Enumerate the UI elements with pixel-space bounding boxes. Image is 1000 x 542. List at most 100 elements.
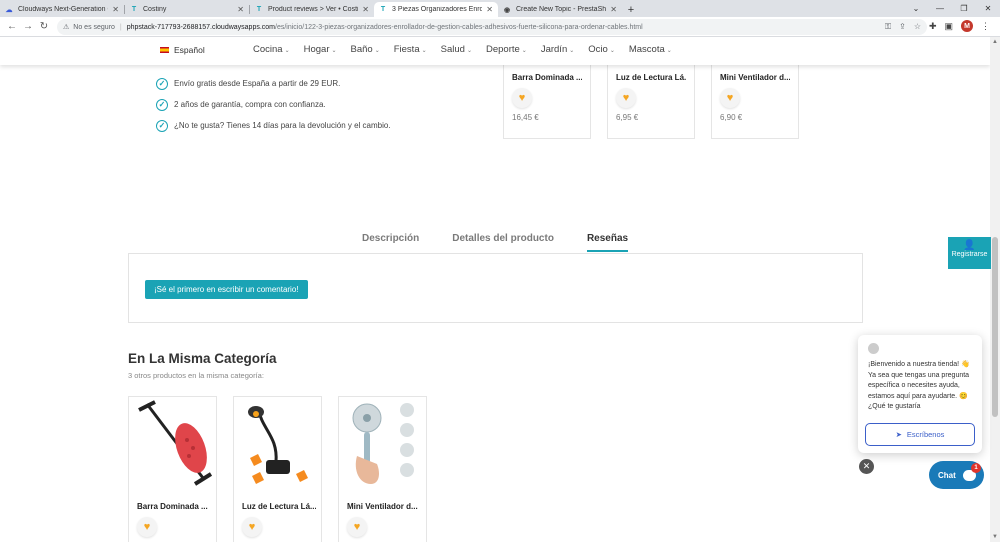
chevron-down-icon: ⌄ bbox=[331, 48, 337, 54]
menu-item-salud[interactable]: Salud ⌄ bbox=[441, 44, 472, 55]
costiny-icon: T bbox=[256, 6, 262, 13]
avatar[interactable]: M bbox=[961, 20, 973, 32]
share-icon[interactable]: ⇪ bbox=[899, 22, 906, 32]
product-tabs: Descripción Detalles del producto Reseña… bbox=[362, 233, 661, 252]
forward-icon[interactable]: → bbox=[20, 21, 36, 32]
product-name[interactable]: Barra Dominada ... bbox=[512, 73, 582, 82]
menu-item-mascota[interactable]: Mascota ⌄ bbox=[629, 44, 672, 55]
page-scrollbar[interactable]: ▲ ▼ bbox=[990, 37, 1000, 542]
menu-item-cocina[interactable]: Cocina ⌄ bbox=[253, 44, 290, 55]
heart-icon[interactable]: ♥ bbox=[137, 517, 157, 537]
product-name[interactable]: Mini Ventilador d... bbox=[347, 502, 421, 511]
scroll-down-icon[interactable]: ▼ bbox=[990, 532, 1000, 542]
tab-title: 3 Piezas Organizadores Enrollad bbox=[392, 6, 483, 13]
scroll-up-icon[interactable]: ▲ bbox=[990, 37, 1000, 47]
browser-tab[interactable]: ◉ Create New Topic - PrestaShop F ✕ bbox=[498, 2, 622, 17]
close-icon[interactable]: ✕ bbox=[362, 5, 369, 14]
extensions-icon[interactable]: ✚ bbox=[929, 21, 937, 32]
menu-label: Jardín bbox=[540, 44, 568, 55]
close-icon[interactable]: ✕ bbox=[610, 5, 617, 14]
menu-label: Fiesta bbox=[393, 44, 420, 55]
browser-tab[interactable]: ☁ Cloudways Next-Generation Clou ✕ bbox=[0, 2, 124, 17]
url-path: /es/inicio/122-3-piezas-organizadores-en… bbox=[275, 23, 643, 31]
chat-unread-badge: 1 bbox=[971, 463, 981, 473]
warning-icon[interactable]: ⚠ bbox=[63, 23, 69, 31]
minimize-icon[interactable]: — bbox=[928, 4, 952, 13]
check-icon: ✓ bbox=[156, 98, 168, 111]
section-title: En La Misma Categoría bbox=[128, 351, 277, 366]
menu-item-deporte[interactable]: Deporte ⌄ bbox=[486, 44, 527, 55]
heart-icon[interactable]: ♥ bbox=[512, 88, 532, 108]
browser-tab[interactable]: T Product reviews > Ver • Costiny ✕ bbox=[250, 2, 374, 17]
heart-icon[interactable]: ♥ bbox=[242, 517, 262, 537]
product-card[interactable]: Mini Ventilador d... ♥ bbox=[338, 396, 427, 542]
browser-tab[interactable]: T Costiny ✕ bbox=[125, 2, 249, 17]
menu-label: Salud bbox=[440, 44, 465, 55]
scrollbar-thumb[interactable] bbox=[992, 237, 998, 417]
tab-reviews[interactable]: Reseñas bbox=[586, 233, 629, 252]
menu-item-hogar[interactable]: Hogar ⌄ bbox=[304, 44, 337, 55]
new-tab-button[interactable]: + bbox=[622, 2, 640, 17]
chat-label: Chat bbox=[938, 470, 956, 480]
mini-fan-image[interactable] bbox=[343, 400, 424, 488]
language-selector[interactable]: Español bbox=[160, 45, 205, 55]
url-host: phpstack-717793-2688157.cloudwaysapps.co… bbox=[126, 23, 276, 31]
write-to-us-label: Escríbenos bbox=[906, 430, 945, 439]
pull-up-bar-image[interactable] bbox=[133, 400, 214, 488]
product-card[interactable]: Mini Ventilador d... ♥ 6,90 € bbox=[711, 63, 799, 139]
benefit-item: ✓ 2 años de garantía, compra con confian… bbox=[156, 94, 391, 115]
chevron-down-icon: ⌄ bbox=[421, 48, 427, 54]
chevron-down-icon: ⌄ bbox=[569, 48, 575, 54]
product-name[interactable]: Luz de Lectura Lá... bbox=[616, 73, 686, 82]
browser-tab-active[interactable]: T 3 Piezas Organizadores Enrollad ✕ bbox=[374, 2, 498, 17]
register-button[interactable]: 👤 Registrarse bbox=[948, 237, 991, 269]
menu-icon[interactable]: ⋮ bbox=[981, 21, 990, 32]
address-bar[interactable]: ⚠ No es seguro | phpstack-717793-2688157… bbox=[57, 19, 927, 35]
product-name[interactable]: Barra Dominada ... bbox=[137, 502, 211, 511]
benefits-list: ✓ Envío gratis desde España a partir de … bbox=[156, 73, 391, 136]
menu-label: Cocina bbox=[253, 44, 283, 55]
related-products-top: Barra Dominada ... ♥ 16,45 € Luz de Lect… bbox=[503, 63, 799, 139]
agent-avatar bbox=[868, 343, 879, 354]
reading-light-image[interactable] bbox=[238, 400, 319, 488]
chat-popup-close-icon[interactable]: ✕ bbox=[859, 459, 874, 474]
tab-strip: ☁ Cloudways Next-Generation Clou ✕ T Cos… bbox=[0, 0, 1000, 17]
product-card[interactable]: Barra Dominada ... ♥ 16,45 € bbox=[503, 63, 591, 139]
close-icon[interactable]: ✕ bbox=[486, 5, 493, 14]
section-subtitle: 3 otros productos en la misma categoría: bbox=[128, 371, 264, 380]
window-controls: ⌄ — ❐ ✕ bbox=[904, 0, 1000, 17]
heart-icon[interactable]: ♥ bbox=[616, 88, 636, 108]
menu-item-bano[interactable]: Baño ⌄ bbox=[351, 44, 380, 55]
reload-icon[interactable]: ↻ bbox=[36, 21, 52, 32]
write-first-review-button[interactable]: ¡Sé el primero en escribir un comentario… bbox=[145, 280, 308, 299]
close-icon[interactable]: ✕ bbox=[237, 5, 244, 14]
tab-title: Costiny bbox=[143, 6, 167, 13]
menu-item-fiesta[interactable]: Fiesta ⌄ bbox=[394, 44, 427, 55]
product-card[interactable]: Barra Dominada ... ♥ bbox=[128, 396, 217, 542]
product-card[interactable]: Luz de Lectura Lá... ♥ 6,95 € bbox=[607, 63, 695, 139]
close-window-icon[interactable]: ✕ bbox=[976, 4, 1000, 13]
product-name[interactable]: Mini Ventilador d... bbox=[720, 73, 790, 82]
menu-item-ocio[interactable]: Ocio ⌄ bbox=[588, 44, 615, 55]
benefit-item: ✓ Envío gratis desde España a partir de … bbox=[156, 73, 391, 94]
back-icon[interactable]: ← bbox=[4, 21, 20, 32]
menu-label: Mascota bbox=[628, 44, 665, 55]
close-icon[interactable]: ✕ bbox=[112, 5, 119, 14]
write-to-us-button[interactable]: ➤ Escríbenos bbox=[865, 423, 975, 446]
divider: | bbox=[119, 23, 122, 31]
chevron-down-icon[interactable]: ⌄ bbox=[904, 4, 928, 13]
star-icon[interactable]: ☆ bbox=[914, 22, 921, 32]
product-card[interactable]: Luz de Lectura Lá... ♥ bbox=[233, 396, 322, 542]
product-name[interactable]: Luz de Lectura Lá... bbox=[242, 502, 316, 511]
sidepanel-icon[interactable]: ▣ bbox=[944, 21, 953, 32]
key-icon[interactable]: ⚿ bbox=[885, 22, 891, 32]
tab-product-details[interactable]: Detalles del producto bbox=[452, 233, 554, 252]
menu-item-jardin[interactable]: Jardín ⌄ bbox=[541, 44, 574, 55]
menu-label: Deporte bbox=[485, 44, 520, 55]
restore-icon[interactable]: ❐ bbox=[952, 4, 976, 13]
tab-description[interactable]: Descripción bbox=[362, 233, 419, 252]
heart-icon[interactable]: ♥ bbox=[720, 88, 740, 108]
costiny-icon: T bbox=[131, 6, 137, 13]
tab-title: Cloudways Next-Generation Clou bbox=[18, 6, 108, 13]
heart-icon[interactable]: ♥ bbox=[347, 517, 367, 537]
